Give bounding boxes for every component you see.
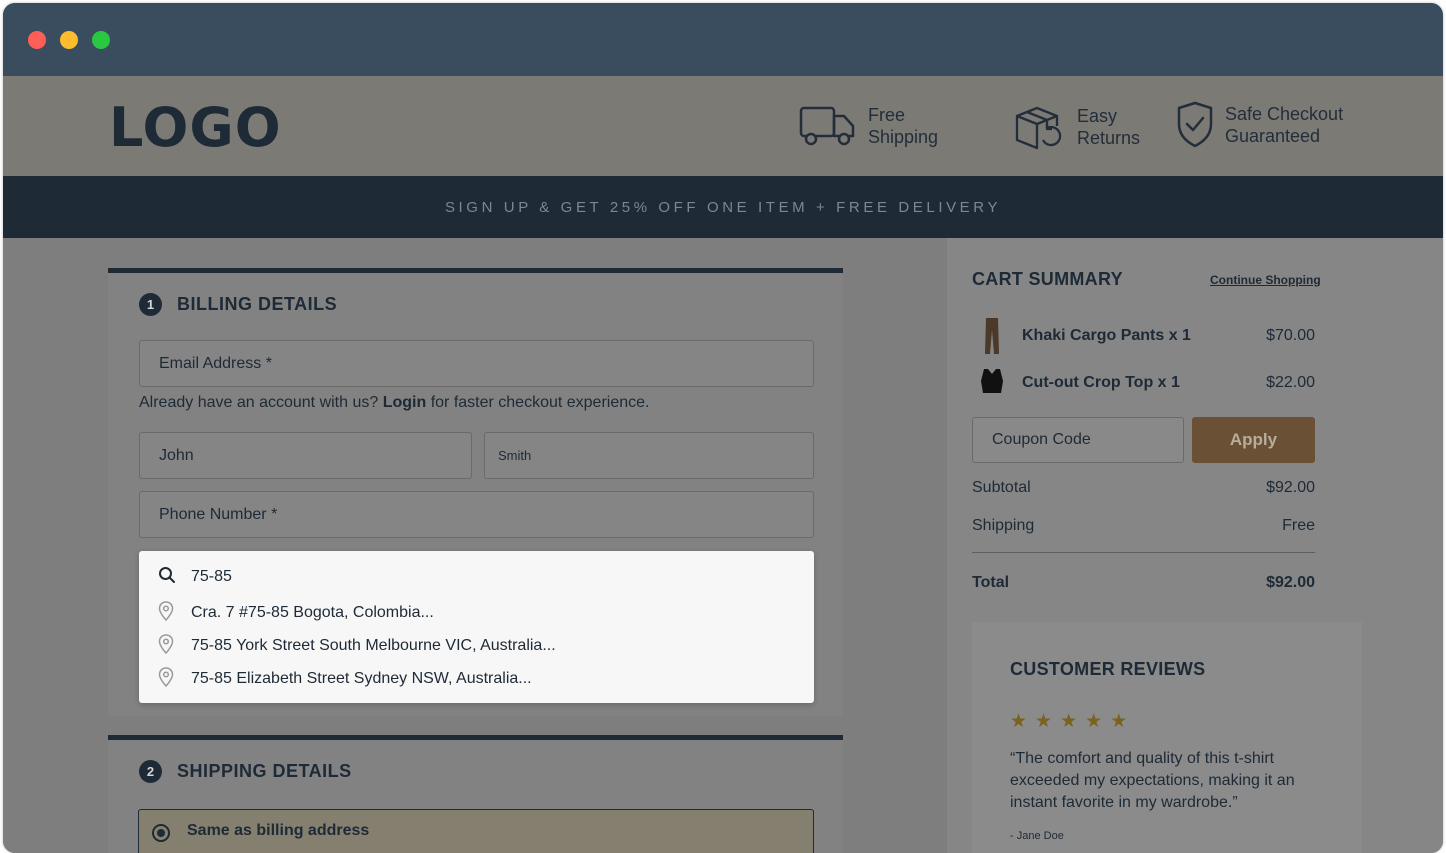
shipping-label: Shipping [972, 517, 1035, 534]
address-autocomplete: 75-85 Cra. 7 #75-85 Bogota, Colombia... … [139, 551, 814, 703]
customer-reviews-card: CUSTOMER REVIEWS ★ ★ ★ ★ ★ “The comfort … [972, 622, 1362, 853]
feature-easy-returns: Easy Returns [1013, 102, 1140, 152]
phone-field[interactable]: Phone Number * [139, 491, 814, 538]
promo-banner[interactable]: SIGN UP & GET 25% OFF ONE ITEM + FREE DE… [3, 176, 1443, 238]
crop-top-thumbnail [972, 363, 1012, 403]
subtotal-label: Subtotal [972, 479, 1031, 496]
maximize-window-button[interactable] [92, 31, 110, 49]
feature-line2: Returns [1077, 128, 1141, 148]
star-icon: ★ [1035, 711, 1053, 732]
checkout-content: 1 BILLING DETAILS Email Address * Alread… [3, 238, 1443, 853]
cart-item-price: $70.00 [1266, 327, 1315, 344]
title-bar [3, 3, 1443, 76]
truck-icon [798, 102, 858, 150]
browser-window: LOGO Free Shipping Easy Returns Safe Che… [3, 3, 1443, 853]
feature-line1: Easy [1077, 106, 1118, 126]
cart-sidebar: CART SUMMARY Continue Shopping Khaki Car… [947, 238, 1443, 853]
location-pin-icon [158, 600, 174, 626]
cart-item: Cut-out Crop Top x 1 $22.00 [972, 363, 1315, 403]
feature-line1: Safe Checkout [1225, 104, 1344, 124]
close-window-button[interactable] [28, 31, 46, 49]
cargo-pants-thumbnail [972, 316, 1012, 356]
billing-title: BILLING DETAILS [177, 294, 338, 314]
shipping-title: SHIPPING DETAILS [177, 761, 352, 781]
reviews-title: CUSTOMER REVIEWS [1010, 659, 1206, 679]
shipping-section-title: 2 SHIPPING DETAILS [139, 760, 352, 783]
total-row: Total $92.00 [972, 574, 1315, 592]
first-name-field[interactable]: John [139, 432, 472, 479]
cart-item: Khaki Cargo Pants x 1 $70.00 [972, 316, 1315, 356]
login-hint-suffix: for faster checkout experience. [426, 394, 650, 411]
returns-box-icon [1013, 102, 1067, 152]
minimize-window-button[interactable] [60, 31, 78, 49]
star-icon: ★ [1110, 711, 1128, 732]
search-icon [158, 566, 176, 589]
step-number-badge: 1 [139, 293, 162, 316]
address-suggestion-text: 75-85 Elizabeth Street Sydney NSW, Austr… [191, 670, 532, 687]
location-pin-icon [158, 633, 174, 659]
feature-free-shipping: Free Shipping [798, 102, 938, 150]
feature-line2: Guaranteed [1225, 126, 1321, 146]
star-icon: ★ [1060, 711, 1078, 732]
same-as-billing-radio[interactable] [152, 824, 170, 842]
feature-line1: Free [868, 105, 906, 125]
cart-summary-title: CART SUMMARY [972, 269, 1123, 289]
step-number-badge: 2 [139, 760, 162, 783]
total-label: Total [972, 574, 1010, 591]
summary-divider [972, 552, 1315, 553]
shipping-row: Shipping Free [972, 517, 1315, 535]
address-suggestion-text: Cra. 7 #75-85 Bogota, Colombia... [191, 604, 434, 621]
review-quote: “The comfort and quality of this t-shirt… [1010, 750, 1295, 811]
review-author: - Jane Doe [1010, 830, 1064, 842]
login-link[interactable]: Login [383, 394, 427, 411]
location-pin-icon [158, 666, 174, 692]
email-field[interactable]: Email Address * [139, 340, 814, 387]
login-hint-prefix: Already have an account with us? [139, 394, 383, 411]
address-suggestion-text: 75-85 York Street South Melbourne VIC, A… [191, 637, 556, 654]
continue-shopping-link[interactable]: Continue Shopping [1210, 273, 1321, 287]
subtotal-value: $92.00 [1266, 479, 1315, 496]
login-hint: Already have an account with us? Login f… [139, 394, 649, 412]
billing-section-title: 1 BILLING DETAILS [139, 293, 337, 316]
coupon-code-input[interactable]: Coupon Code [972, 417, 1184, 463]
logo[interactable]: LOGO [109, 96, 282, 159]
feature-safe-checkout: Safe Checkout Guaranteed [1175, 100, 1343, 150]
cart-item-price: $22.00 [1266, 374, 1315, 391]
promo-text: SIGN UP & GET 25% OFF ONE ITEM + FREE DE… [444, 198, 1002, 216]
total-value: $92.00 [1266, 574, 1315, 591]
cart-item-name: Cut-out Crop Top x 1 [1022, 374, 1180, 391]
feature-line2: Shipping [868, 127, 939, 147]
site-header: LOGO Free Shipping Easy Returns Safe Che… [3, 76, 1443, 176]
cart-item-name: Khaki Cargo Pants x 1 [1022, 327, 1191, 344]
shield-check-icon [1175, 100, 1215, 150]
address-query: 75-85 [191, 568, 232, 585]
star-icon: ★ [1085, 711, 1103, 732]
shipping-value: Free [1282, 517, 1315, 534]
star-rating: ★ ★ ★ ★ ★ [1010, 712, 1127, 732]
star-icon: ★ [1010, 711, 1028, 732]
apply-coupon-button[interactable]: Apply [1192, 417, 1315, 463]
subtotal-row: Subtotal $92.00 [972, 479, 1315, 497]
same-as-billing-option[interactable]: Same as billing address [138, 809, 814, 853]
last-name-field[interactable]: Smith [484, 432, 814, 479]
same-as-billing-label: Same as billing address [187, 822, 370, 839]
